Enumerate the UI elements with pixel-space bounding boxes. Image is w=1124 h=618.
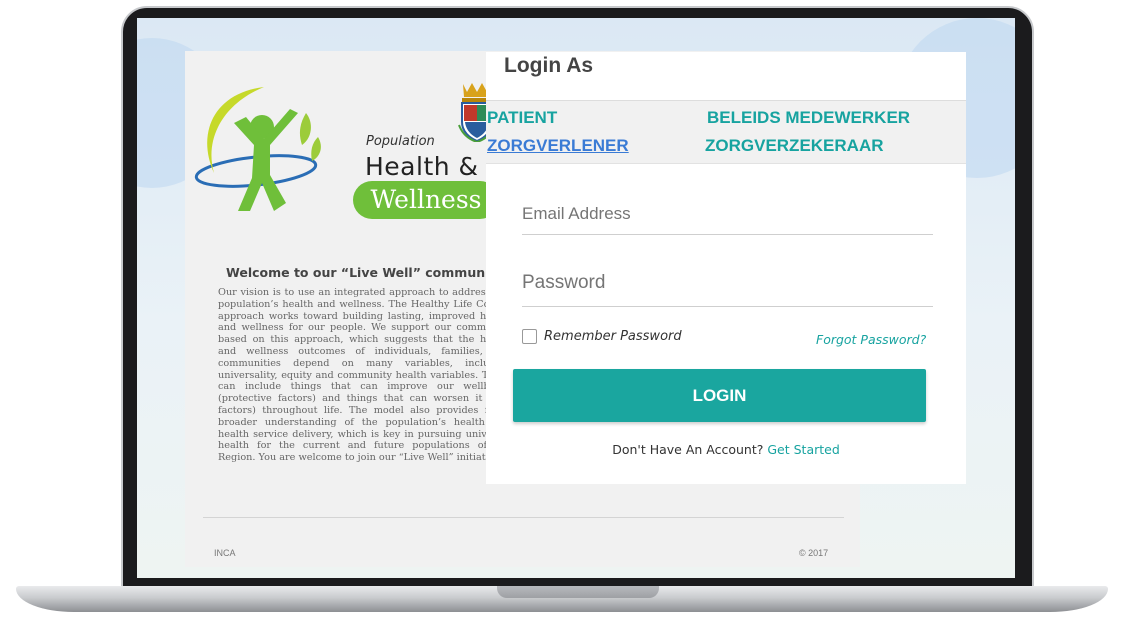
role-selector: PATIENT BELEIDS MEDEWERKER ZORGVERLENER … bbox=[486, 100, 966, 163]
brand-wellness: Wellness bbox=[353, 181, 499, 219]
get-started-link[interactable]: Get Started bbox=[767, 442, 839, 457]
login-panel: Login As PATIENT BELEIDS MEDEWERKER ZORG… bbox=[486, 52, 966, 484]
laptop-notch bbox=[497, 586, 659, 598]
brand-health: Health & bbox=[365, 152, 479, 181]
intro-panel: Population Health & Wellness Welcome to … bbox=[185, 51, 533, 516]
live-well-logo-icon bbox=[194, 87, 321, 211]
remember-password[interactable]: Remember Password bbox=[522, 329, 682, 344]
forgot-password-link[interactable]: Forgot Password? bbox=[816, 332, 926, 347]
password-field[interactable] bbox=[522, 260, 933, 307]
email-field[interactable] bbox=[522, 194, 933, 235]
login-button[interactable]: LOGIN bbox=[513, 369, 926, 422]
role-zorgverlener[interactable]: ZORGVERLENER bbox=[487, 136, 629, 156]
role-patient[interactable]: PATIENT bbox=[487, 108, 557, 128]
no-account-text: Don't Have An Account? bbox=[612, 442, 764, 457]
remember-label: Remember Password bbox=[544, 329, 682, 344]
welcome-text: Our vision is to use an integrated appro… bbox=[218, 287, 511, 464]
login-title: Login As bbox=[504, 54, 594, 77]
signup-prompt: Don't Have An Account? Get Started bbox=[486, 442, 966, 457]
footer-copyright: © 2017 bbox=[799, 548, 829, 558]
brand-population: Population bbox=[366, 134, 435, 149]
footer-divider bbox=[203, 517, 844, 518]
login-form: Remember Password Forgot Password? LOGIN… bbox=[486, 163, 966, 484]
role-zorgverzekeraar[interactable]: ZORGVERZEKERAAR bbox=[705, 136, 884, 156]
role-beleids-medewerker[interactable]: BELEIDS MEDEWERKER bbox=[707, 108, 910, 128]
login-header: Login As bbox=[486, 52, 966, 100]
footer-company: INCA bbox=[214, 548, 236, 558]
laptop-screen: Population Health & Wellness Welcome to … bbox=[137, 18, 1015, 578]
welcome-title: Welcome to our “Live Well” community bbox=[226, 265, 504, 280]
remember-checkbox[interactable] bbox=[522, 329, 537, 344]
